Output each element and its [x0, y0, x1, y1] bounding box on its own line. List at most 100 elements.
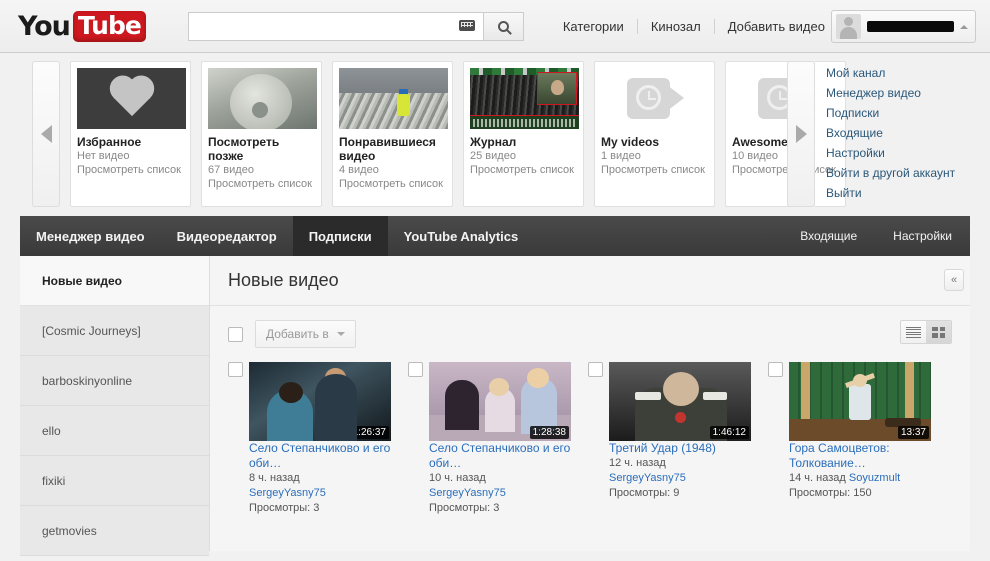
video-checkbox[interactable] [588, 362, 603, 377]
carousel-next-button[interactable] [787, 61, 815, 207]
video-thumbnail[interactable]: 13:37 [789, 362, 931, 441]
video-body: 1:26:37 Село Степанчиково и его оби… 8 ч… [249, 362, 392, 516]
playlist-card[interactable]: Посмотреть позже 67 видео Просмотреть сп… [201, 61, 322, 207]
sidebar-item-new-videos[interactable]: Новые видео [20, 256, 209, 306]
playlist-thumbnail[interactable] [339, 68, 448, 129]
video-channel[interactable]: SergeyYasny75 [609, 471, 751, 486]
search-bar [187, 11, 524, 41]
video-title[interactable]: Село Степанчиково и его оби… [429, 441, 572, 471]
tab-video-manager[interactable]: Менеджер видео [20, 216, 161, 256]
playlist-title: Awesome [732, 135, 788, 149]
playlist-view-link[interactable]: Просмотреть список [208, 177, 315, 191]
playlist-count: 25 видео [470, 150, 516, 162]
logo-tube-text: Tube [72, 10, 146, 42]
video-channel[interactable]: Soyuzmult [849, 472, 900, 484]
grid-view-button[interactable] [926, 321, 951, 343]
playlist-thumbnail[interactable] [601, 68, 710, 129]
sidebar-item-ello[interactable]: ello [20, 406, 209, 456]
account-link-switch-account[interactable]: Войти в другой аккаунт [826, 163, 976, 183]
video-grid: 1:26:37 Село Степанчиково и его оби… 8 ч… [210, 362, 970, 516]
tab-video-editor[interactable]: Видеоредактор [161, 216, 293, 256]
keyboard-icon[interactable] [458, 19, 475, 31]
search-button[interactable] [482, 11, 524, 41]
playlist-view-link[interactable]: Просмотреть список [601, 163, 708, 177]
playlist-card[interactable]: Журнал 25 видео Просмотреть список [463, 61, 584, 207]
account-link-sign-out[interactable]: Выйти [826, 183, 976, 203]
tab-youtube-analytics[interactable]: YouTube Analytics [388, 216, 535, 256]
app-nav-right: Входящие Настройки [782, 216, 970, 256]
masthead-link-upload[interactable]: Добавить видео [715, 19, 838, 34]
masthead: You Tube Категории Кинозал Добавить виде… [0, 0, 990, 53]
playlist-card[interactable]: Избранное Нет видео Просмотреть список [70, 61, 191, 207]
search-icon [497, 20, 509, 32]
sidebar-item-getmovies[interactable]: getmovies [20, 506, 209, 556]
video-title[interactable]: Гора Самоцветов: Толкование… [789, 441, 932, 471]
playlist-title: Понравившиеся видео [339, 135, 436, 163]
sidebar-item-barboskinyonline[interactable]: barboskinyonline [20, 356, 209, 406]
view-mode-toggle [900, 320, 952, 344]
collapse-panel-button[interactable]: « [944, 269, 964, 291]
playlist-card[interactable]: My videos 1 видео Просмотреть список [594, 61, 715, 207]
carousel-prev-button[interactable] [32, 61, 60, 207]
video-item: 1:26:37 Село Степанчиково и его оби… 8 ч… [228, 362, 392, 516]
video-body: 13:37 Гора Самоцветов: Толкование… 14 ч.… [789, 362, 932, 516]
video-checkbox[interactable] [408, 362, 423, 377]
playlist-count: 1 видео [601, 150, 641, 162]
playlist-cards: Избранное Нет видео Просмотреть список П… [70, 61, 846, 207]
search-input[interactable] [187, 11, 483, 41]
video-title[interactable]: Третий Удар (1948) [609, 441, 751, 456]
sidebar-item-fixiki[interactable]: fixiki [20, 456, 209, 506]
playlist-thumbnail[interactable] [208, 68, 317, 129]
masthead-link-movies[interactable]: Кинозал [638, 19, 714, 34]
tab-inbox[interactable]: Входящие [782, 216, 875, 256]
video-age-text: 14 ч. назад [789, 472, 846, 484]
sidebar: Новые видео [Cosmic Journeys] barboskiny… [20, 256, 210, 556]
video-duration: 13:37 [897, 426, 929, 439]
account-button[interactable] [831, 10, 976, 43]
video-thumbnail[interactable]: 1:26:37 [249, 362, 391, 441]
grid-view-icon [932, 326, 945, 338]
masthead-links: Категории Кинозал Добавить видео [550, 18, 838, 34]
youtube-logo[interactable]: You Tube [18, 10, 146, 42]
masthead-link-categories[interactable]: Категории [550, 19, 637, 34]
video-checkbox[interactable] [768, 362, 783, 377]
video-channel[interactable]: SergeyYasny75 [429, 486, 572, 501]
playlist-view-link[interactable]: Просмотреть список [77, 163, 184, 177]
chevron-right-icon [795, 125, 807, 143]
user-avatar-icon [836, 14, 861, 39]
playlist-count: 4 видео [339, 164, 379, 176]
account-link-my-channel[interactable]: Мой канал [826, 63, 976, 83]
chevron-down-icon [336, 332, 345, 336]
list-view-button[interactable] [901, 321, 926, 343]
add-to-dropdown[interactable]: Добавить в [255, 320, 356, 348]
account-link-subscriptions[interactable]: Подписки [826, 103, 976, 123]
video-duration: 1:26:37 [349, 426, 389, 439]
video-thumbnail[interactable]: 1:46:12 [609, 362, 751, 441]
playlist-view-link[interactable]: Просмотреть список [339, 177, 446, 191]
playlist-card[interactable]: Понравившиеся видео 4 видео Просмотреть … [332, 61, 453, 207]
video-thumbnail[interactable]: 1:28:38 [429, 362, 571, 441]
account-link-video-manager[interactable]: Менеджер видео [826, 83, 976, 103]
video-checkbox[interactable] [228, 362, 243, 377]
playlist-thumbnail[interactable] [77, 68, 186, 129]
video-item: 1:28:38 Село Степанчиково и его оби… 10 … [408, 362, 572, 516]
video-duration: 1:46:12 [709, 426, 749, 439]
video-title[interactable]: Село Степанчиково и его оби… [249, 441, 392, 471]
playlist-count: 10 видео [732, 150, 778, 162]
account-link-settings[interactable]: Настройки [826, 143, 976, 163]
sidebar-item-cosmic-journeys[interactable]: [Cosmic Journeys] [20, 306, 209, 356]
tab-settings[interactable]: Настройки [875, 216, 970, 256]
video-channel[interactable]: SergeyYasny75 [249, 486, 392, 501]
video-body: 1:28:38 Село Степанчиково и его оби… 10 … [429, 362, 572, 516]
video-age: 14 ч. назад Soyuzmult [789, 471, 932, 486]
content-header: Новые видео « [210, 256, 970, 306]
playlist-title: Избранное [77, 135, 142, 149]
account-name-redacted [867, 21, 954, 32]
select-all-checkbox[interactable] [228, 326, 243, 342]
playlist-thumbnail[interactable] [470, 68, 579, 129]
account-link-inbox[interactable]: Входящие [826, 123, 976, 143]
playlist-view-link[interactable]: Просмотреть список [470, 163, 577, 177]
tab-subscriptions[interactable]: Подписки [292, 216, 388, 256]
playlist-view-link[interactable]: Просмотреть список [732, 163, 839, 177]
playlist-title: Посмотреть позже [208, 135, 280, 163]
